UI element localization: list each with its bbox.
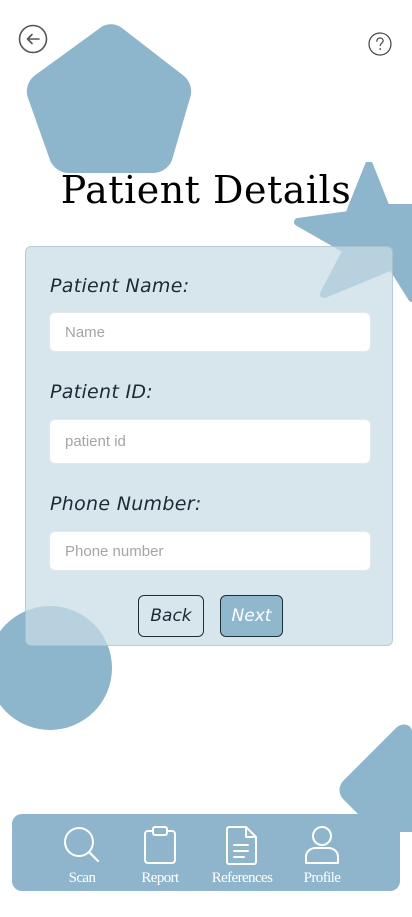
question-circle-icon xyxy=(368,32,392,56)
nav-label-profile: Profile xyxy=(303,870,341,886)
phone-number-input[interactable] xyxy=(49,531,371,571)
nav-item-profile[interactable]: Profile xyxy=(282,814,362,891)
arrow-left-circle-icon xyxy=(18,24,48,54)
nav-item-report[interactable]: Report xyxy=(120,814,200,891)
patient-id-label: Patient ID: xyxy=(50,381,153,403)
search-icon xyxy=(64,827,100,863)
clipboard-icon xyxy=(144,826,176,864)
nav-item-references[interactable]: References xyxy=(202,814,282,891)
patient-id-input[interactable] xyxy=(49,419,371,464)
bottom-nav: Scan Report References Profile xyxy=(12,814,400,891)
nav-label-scan: Scan xyxy=(68,870,96,886)
nav-label-references: References xyxy=(211,870,273,886)
document-icon xyxy=(226,826,257,865)
nav-item-scan[interactable]: Scan xyxy=(42,814,122,891)
next-button[interactable]: Next xyxy=(220,595,283,637)
page-title: Patient Details xyxy=(60,168,352,212)
nav-label-report: Report xyxy=(141,870,179,886)
phone-number-label: Phone Number: xyxy=(50,493,202,515)
help-button[interactable] xyxy=(368,32,392,56)
back-button[interactable] xyxy=(18,24,48,54)
user-icon xyxy=(305,826,339,864)
back-form-button[interactable]: Back xyxy=(138,595,204,637)
patient-form-card: Patient Name: Patient ID: Phone Number: … xyxy=(25,246,393,646)
patient-name-input[interactable] xyxy=(49,312,371,352)
patient-name-label: Patient Name: xyxy=(50,275,190,297)
